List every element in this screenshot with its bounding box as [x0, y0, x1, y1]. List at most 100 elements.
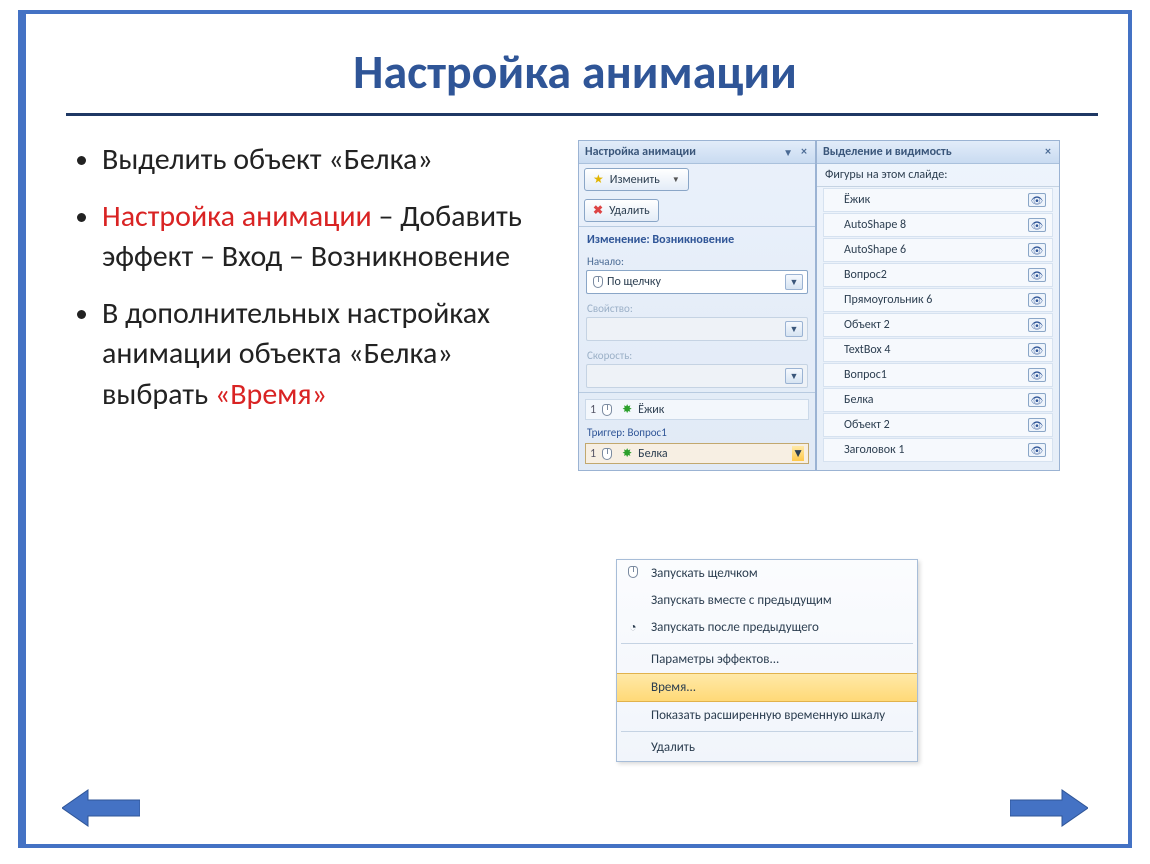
- shape-row[interactable]: Вопрос2👁: [823, 263, 1053, 287]
- slide-frame: Настройка анимации Выделить объект «Белк…: [18, 10, 1132, 848]
- animation-item-selected[interactable]: 1 ✸ Белка ▼: [585, 443, 809, 464]
- next-arrow[interactable]: [1010, 788, 1088, 828]
- shape-row[interactable]: Вопрос1👁: [823, 363, 1053, 387]
- shape-name: Вопрос2: [844, 268, 1028, 282]
- effect-star-icon: ✸: [622, 446, 632, 461]
- bullet-3-red: «Время»: [215, 376, 327, 413]
- property-select: ▼: [586, 317, 808, 341]
- shape-row[interactable]: TextBox 4👁: [823, 338, 1053, 362]
- chevron-down-icon: ▼: [785, 368, 803, 384]
- shape-name: Прямоугольник 6: [844, 293, 1028, 307]
- ctx-separator: [621, 731, 913, 732]
- x-icon: ✖: [593, 203, 603, 218]
- eye-icon[interactable]: 👁: [1028, 368, 1046, 382]
- start-value: По щелчку: [607, 275, 785, 289]
- eye-icon[interactable]: 👁: [1028, 418, 1046, 432]
- shape-name: AutoShape 8: [844, 218, 1028, 232]
- animation-item[interactable]: 1 ✸ Ёжик: [585, 399, 809, 420]
- ctx-start-after-previous[interactable]: ◔ Запускать после предыдущего: [617, 614, 917, 641]
- ctx-show-timeline[interactable]: Показать расширенную временную шкалу: [617, 702, 917, 729]
- chevron-down-icon: ▼: [672, 175, 680, 185]
- bullet-1-text: Выделить объект «Белка»: [102, 141, 433, 178]
- change-effect-button[interactable]: ★ Изменить ▼: [584, 168, 689, 191]
- ctx-label: Запускать вместе с предыдущим: [651, 593, 832, 608]
- shape-row[interactable]: Белка👁: [823, 388, 1053, 412]
- change-label: Изменить: [610, 173, 660, 187]
- ctx-label: Параметры эффектов...: [651, 652, 779, 667]
- shape-row[interactable]: Объект 2👁: [823, 313, 1053, 337]
- eye-icon[interactable]: 👁: [1028, 318, 1046, 332]
- animation-panel-header[interactable]: Настройка анимации ▼ ×: [579, 141, 815, 164]
- clock-icon: ◔: [625, 620, 641, 635]
- mouse-icon: [625, 566, 641, 582]
- ctx-delete[interactable]: Удалить: [617, 734, 917, 761]
- chevron-down-icon: ▼: [785, 321, 803, 337]
- speed-label: Скорость:: [579, 345, 815, 364]
- anim-index: 1: [590, 403, 596, 417]
- ctx-label: Показать расширенную временную шкалу: [651, 708, 885, 723]
- mouse-icon: [602, 448, 612, 460]
- ctx-start-with-previous[interactable]: Запускать вместе с предыдущим: [617, 587, 917, 614]
- arrow-left-icon: [62, 788, 140, 828]
- ctx-separator: [621, 643, 913, 644]
- ctx-label: Удалить: [651, 740, 695, 755]
- shape-name: AutoShape 6: [844, 243, 1028, 257]
- shape-row[interactable]: Заголовок 1👁: [823, 438, 1053, 462]
- bullet-3: В дополнительных настройках анимации объ…: [102, 294, 558, 416]
- ctx-start-onclick[interactable]: Запускать щелчком: [617, 560, 917, 587]
- eye-icon[interactable]: 👁: [1028, 193, 1046, 207]
- anim-buttons: ★ Изменить ▼ ✖ Удалить: [579, 164, 815, 226]
- delete-effect-button[interactable]: ✖ Удалить: [584, 199, 659, 222]
- anim-object-name: Белка: [638, 447, 667, 461]
- shape-name: Вопрос1: [844, 368, 1028, 382]
- ctx-timing[interactable]: Время...: [617, 673, 917, 702]
- effect-star-icon: ✸: [622, 402, 632, 417]
- visibility-panel-title: Выделение и видимость: [823, 145, 952, 159]
- shape-name: Объект 2: [844, 418, 1028, 432]
- animation-panel-title: Настройка анимации: [585, 145, 696, 159]
- shape-row[interactable]: AutoShape 8👁: [823, 213, 1053, 237]
- shape-name: TextBox 4: [844, 343, 1028, 357]
- bullet-1: Выделить объект «Белка»: [102, 140, 558, 181]
- start-label: Начало:: [579, 251, 815, 270]
- anim-index: 1: [590, 447, 596, 461]
- visibility-list: Ёжик👁 AutoShape 8👁 AutoShape 6👁 Вопрос2👁…: [817, 188, 1059, 462]
- shape-row[interactable]: Ёжик👁: [823, 188, 1053, 212]
- shape-row[interactable]: Объект 2👁: [823, 413, 1053, 437]
- start-select[interactable]: По щелчку ▼: [586, 270, 808, 294]
- ctx-effect-options[interactable]: Параметры эффектов...: [617, 646, 917, 673]
- mouse-icon: [602, 404, 612, 416]
- close-icon[interactable]: ×: [799, 145, 809, 159]
- visibility-panel-header[interactable]: Выделение и видимость ×: [817, 141, 1059, 164]
- property-label: Свойство:: [579, 298, 815, 317]
- chevron-down-icon[interactable]: ▼: [785, 274, 803, 290]
- close-icon[interactable]: ×: [1043, 145, 1053, 159]
- eye-icon[interactable]: 👁: [1028, 243, 1046, 257]
- trigger-label: Триггер: Вопрос1: [585, 422, 809, 441]
- eye-icon[interactable]: 👁: [1028, 218, 1046, 232]
- bullet-list: Выделить объект «Белка» Настройка анимац…: [78, 140, 558, 471]
- shape-name: Заголовок 1: [844, 443, 1028, 457]
- eye-icon[interactable]: 👁: [1028, 443, 1046, 457]
- mouse-icon: [593, 276, 603, 288]
- shape-name: Белка: [844, 393, 1028, 407]
- ctx-label: Запускать щелчком: [651, 566, 758, 581]
- visibility-panel: Выделение и видимость × Фигуры на этом с…: [816, 140, 1060, 471]
- eye-icon[interactable]: 👁: [1028, 393, 1046, 407]
- effect-section-label: Изменение: Возникновение: [579, 226, 815, 251]
- panels-area: Настройка анимации ▼ × ★ Изменить ▼ ✖ Уд…: [558, 140, 1118, 471]
- eye-icon[interactable]: 👁: [1028, 293, 1046, 307]
- shape-row[interactable]: AutoShape 6👁: [823, 238, 1053, 262]
- prev-arrow[interactable]: [62, 788, 140, 828]
- ctx-label: Время...: [651, 680, 696, 695]
- eye-icon[interactable]: 👁: [1028, 343, 1046, 357]
- animation-list: 1 ✸ Ёжик Триггер: Вопрос1 1 ✸ Белка ▼: [579, 392, 815, 470]
- bullet-2: Настройка анимации – Добавить эффект – В…: [102, 197, 558, 278]
- content-row: Выделить объект «Белка» Настройка анимац…: [22, 140, 1128, 471]
- panel-menu-icon[interactable]: ▼: [783, 146, 793, 159]
- item-dropdown-icon[interactable]: ▼: [792, 446, 804, 461]
- animation-panel: Настройка анимации ▼ × ★ Изменить ▼ ✖ Уд…: [578, 140, 816, 471]
- slide-title: Настройка анимации: [22, 14, 1128, 113]
- eye-icon[interactable]: 👁: [1028, 268, 1046, 282]
- shape-row[interactable]: Прямоугольник 6👁: [823, 288, 1053, 312]
